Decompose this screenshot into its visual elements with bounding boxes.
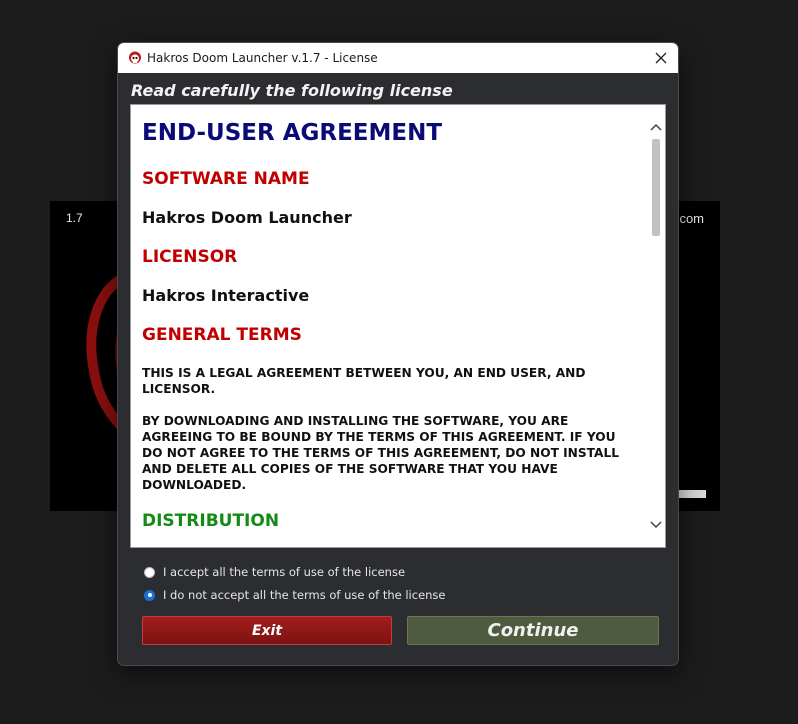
accept-label: I accept all the terms of use of the lic… [163, 565, 406, 579]
continue-button[interactable]: Continue [407, 616, 659, 645]
scroll-thumb[interactable] [652, 139, 660, 236]
license-heading: Read carefully the following license [131, 81, 453, 100]
launcher-version: 1.7 [66, 211, 83, 225]
license-dialog: Hakros Doom Launcher v.1.7 - License Rea… [117, 42, 679, 666]
exit-button[interactable]: Exit [142, 616, 392, 645]
section-heading-general-terms: GENERAL TERMS [142, 325, 302, 345]
decline-radio[interactable] [144, 589, 155, 601]
license-text-area[interactable]: END-USER AGREEMENT SOFTWARE NAME Hakros … [130, 104, 666, 548]
launcher-site-link[interactable]: .com [676, 211, 704, 226]
close-icon [655, 52, 667, 64]
software-name-value: Hakros Doom Launcher [142, 208, 352, 227]
accept-license-option[interactable]: I accept all the terms of use of the lic… [144, 563, 405, 581]
legal-paragraph-2: BY DOWNLOADING AND INSTALLING THE SOFTWA… [142, 414, 619, 492]
window-title: Hakros Doom Launcher v.1.7 - License [147, 51, 378, 65]
section-heading-software-name: SOFTWARE NAME [142, 169, 310, 189]
accept-radio[interactable] [144, 566, 155, 578]
section-heading-licensor: LICENSOR [142, 247, 238, 267]
agreement-title: END-USER AGREEMENT [142, 120, 443, 146]
vertical-scrollbar[interactable] [647, 105, 665, 547]
launcher-progress-fragment [676, 490, 706, 498]
scroll-up-button[interactable] [647, 117, 665, 137]
scroll-down-button[interactable] [647, 515, 665, 535]
chevron-down-icon [650, 521, 662, 529]
licensor-value: Hakros Interactive [142, 286, 310, 305]
decline-label: I do not accept all the terms of use of … [163, 588, 446, 602]
legal-paragraph-1: THIS IS A LEGAL AGREEMENT BETWEEN YOU, A… [142, 366, 586, 396]
section-heading-distribution: DISTRIBUTION [142, 511, 280, 531]
close-button[interactable] [644, 43, 678, 73]
doom-skull-icon [129, 51, 141, 64]
chevron-up-icon [650, 123, 662, 131]
title-bar[interactable]: Hakros Doom Launcher v.1.7 - License [118, 43, 678, 73]
decline-license-option[interactable]: I do not accept all the terms of use of … [144, 586, 446, 604]
